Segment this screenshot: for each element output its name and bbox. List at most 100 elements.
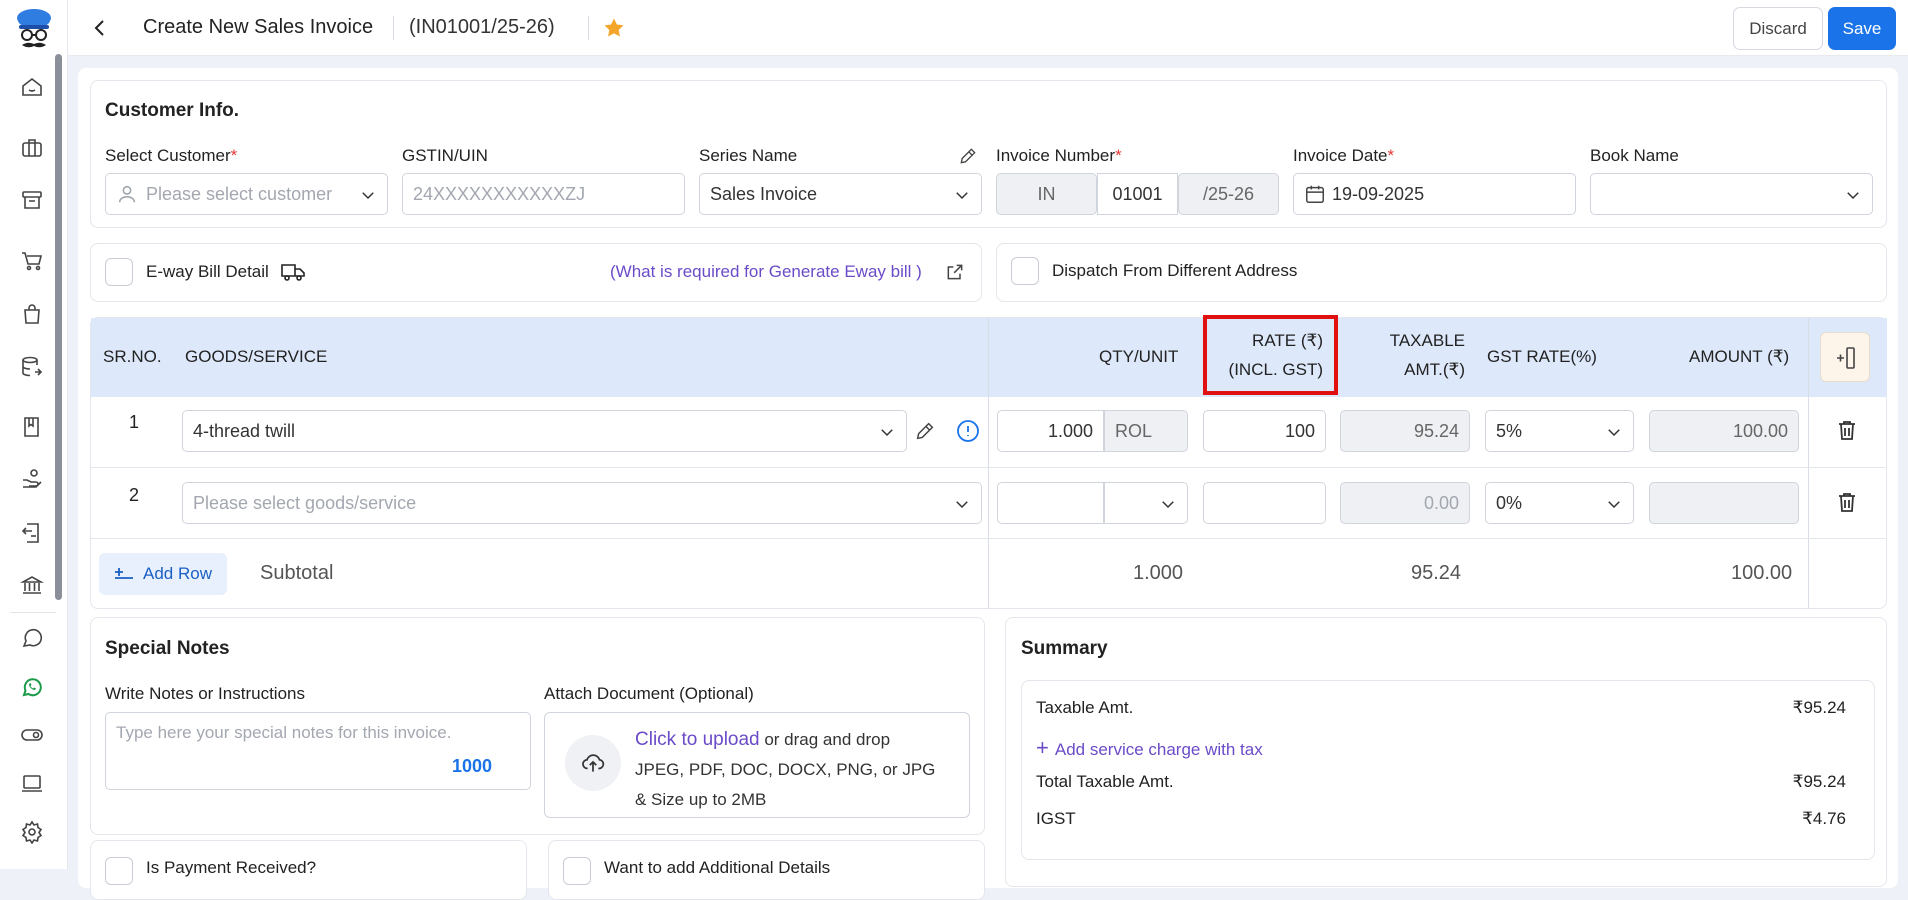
row-1-qty-input[interactable]: 1.000	[997, 410, 1104, 452]
row-divider	[91, 467, 1887, 468]
gstin-input[interactable]: 24XXXXXXXXXXXZJ	[402, 173, 685, 215]
discard-button[interactable]: Discard	[1733, 7, 1823, 50]
receipt-return-icon[interactable]	[20, 521, 44, 545]
page-title: Create New Sales Invoice	[143, 16, 374, 38]
summary-igst-label: IGST	[1036, 809, 1076, 828]
external-link-icon[interactable]	[945, 262, 965, 282]
invoice-number-label: Invoice Number*	[996, 146, 1122, 165]
series-name-select[interactable]: Sales Invoice	[699, 173, 982, 215]
select-customer-label: Select Customer*	[105, 146, 238, 165]
home-icon[interactable]	[20, 75, 44, 99]
row-1-unit-field: ROL	[1104, 410, 1188, 452]
invoice-date-input[interactable]: 19-09-2025	[1293, 173, 1576, 215]
eway-bill-checkbox[interactable]	[105, 258, 133, 286]
table-header	[91, 318, 1887, 397]
col-header-goods: GOODS/SERVICE	[185, 347, 328, 366]
notes-textarea[interactable]: Type here your special notes for this in…	[105, 712, 531, 790]
row-2-goods-select[interactable]: Please select goods/service	[182, 482, 982, 524]
summary-taxable-label: Taxable Amt.	[1036, 698, 1134, 717]
subtotal-qty: 1.000	[1133, 562, 1184, 584]
briefcase-icon[interactable]	[20, 136, 44, 160]
upload-instructions: Click to upload or drag and drop JPEG, P…	[635, 729, 936, 809]
edit-pencil-icon[interactable]	[958, 146, 978, 166]
row-1-rate-input[interactable]: 100	[1203, 410, 1326, 452]
app-logo[interactable]	[14, 8, 54, 52]
payment-received-checkbox[interactable]	[105, 857, 133, 885]
row-1-taxable-field: 95.24	[1340, 410, 1470, 452]
additional-details-checkbox[interactable]	[563, 857, 591, 885]
hand-coins-icon[interactable]	[20, 467, 44, 491]
plus-icon: +	[1036, 735, 1049, 760]
row-1-sr: 1	[129, 412, 140, 432]
row-2-amount-field	[1649, 482, 1799, 524]
toggle-icon[interactable]	[20, 723, 44, 747]
customer-select[interactable]: Please select customer	[105, 173, 388, 215]
upload-link[interactable]: Click to upload	[635, 729, 760, 750]
additional-details-label: Want to add Additional Details	[604, 858, 831, 877]
back-arrow-icon[interactable]	[88, 16, 112, 40]
notes-label: Write Notes or Instructions	[105, 684, 305, 703]
col-header-qty: QTY/UNIT	[1099, 347, 1179, 366]
invoice-number-title: (IN01001/25-26)	[409, 16, 555, 38]
book-name-select[interactable]	[1590, 173, 1873, 215]
col-header-taxable: TAXABLE AMT.(₹)	[1389, 331, 1465, 379]
customer-info-title: Customer Info.	[105, 100, 240, 121]
eway-bill-label: E-way Bill Detail	[146, 262, 269, 281]
trash-icon[interactable]	[1835, 418, 1859, 442]
attach-document-label: Attach Document (Optional)	[544, 684, 754, 703]
subtotal-label: Subtotal	[260, 562, 334, 584]
row-2-sr: 2	[129, 485, 140, 505]
subtotal-amount: 100.00	[1731, 562, 1793, 584]
dispatch-checkbox[interactable]	[1011, 257, 1039, 285]
trash-icon[interactable]	[1835, 490, 1859, 514]
summary-title: Summary	[1021, 638, 1108, 659]
chevron-down-icon	[1605, 423, 1623, 441]
sidebar-divider	[10, 612, 56, 613]
add-service-charge-link[interactable]: + Add service charge with tax	[1036, 735, 1263, 761]
invoice-date-label: Invoice Date*	[1293, 146, 1395, 165]
archive-icon[interactable]	[20, 188, 44, 212]
chevron-down-icon	[953, 186, 971, 204]
row-1-goods-select[interactable]: 4-thread twill	[182, 410, 907, 452]
chevron-down-icon	[878, 423, 896, 441]
row-divider	[91, 538, 1887, 539]
subtotal-taxable: 95.24	[1411, 562, 1462, 584]
bag-icon[interactable]	[20, 302, 44, 326]
summary-taxable-value: ₹95.24	[1792, 698, 1846, 717]
database-export-icon[interactable]	[20, 355, 44, 379]
row-2-unit-select[interactable]	[1104, 482, 1188, 524]
monitor-icon[interactable]	[20, 772, 44, 796]
save-button[interactable]: Save	[1828, 7, 1896, 50]
edit-pencil-icon[interactable]	[914, 420, 936, 442]
series-name-label: Series Name	[699, 146, 798, 165]
invoice-number-input[interactable]: 01001	[1097, 173, 1178, 215]
star-icon[interactable]	[602, 16, 626, 40]
payment-received-label: Is Payment Received?	[146, 858, 317, 877]
column-divider	[1808, 318, 1809, 609]
eway-requirements-link[interactable]: (What is required for Generate Eway bill…	[610, 262, 922, 282]
book-icon[interactable]	[20, 415, 44, 439]
info-alert-icon[interactable]	[956, 419, 980, 443]
calendar-icon	[1304, 183, 1326, 205]
chevron-down-icon	[1844, 186, 1862, 204]
row-2-rate-input[interactable]	[1203, 482, 1326, 524]
whatsapp-icon[interactable]	[20, 675, 44, 699]
sidebar-scrollbar[interactable]	[55, 54, 62, 600]
chevron-down-icon	[1159, 495, 1177, 513]
file-upload-dropzone[interactable]: Click to upload or drag and drop JPEG, P…	[544, 712, 970, 818]
special-notes-title: Special Notes	[105, 638, 230, 659]
row-2-gst-select[interactable]: 0%	[1485, 482, 1634, 524]
row-1-gst-select[interactable]: 5%	[1485, 410, 1634, 452]
chevron-down-icon	[359, 186, 377, 204]
chat-icon[interactable]	[20, 626, 44, 650]
summary-box: Taxable Amt. ₹95.24 + Add service charge …	[1021, 680, 1875, 860]
bank-icon[interactable]	[19, 573, 45, 597]
summary-total-taxable-label: Total Taxable Amt.	[1036, 772, 1174, 791]
insert-column-icon[interactable]	[1820, 332, 1870, 382]
summary-igst-value: ₹4.76	[1802, 809, 1846, 828]
row-1-amount-field: 100.00	[1649, 410, 1799, 452]
settings-icon[interactable]	[20, 820, 44, 845]
row-2-qty-input[interactable]	[997, 482, 1104, 524]
add-row-button[interactable]: Add Row	[99, 553, 227, 595]
cart-icon[interactable]	[20, 249, 44, 273]
